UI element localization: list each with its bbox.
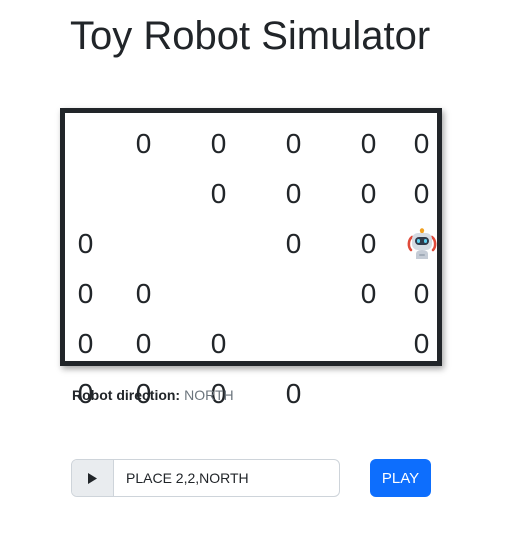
- command-input[interactable]: [114, 460, 339, 496]
- grid-cell: 0: [77, 228, 94, 259]
- grid-spacer: [331, 369, 406, 419]
- grid-spacer: [181, 219, 256, 269]
- grid-cell: 0: [210, 328, 227, 359]
- grid-cell: 0: [210, 128, 227, 159]
- grid-cell: 0: [413, 178, 430, 209]
- grid-cell: 0: [285, 178, 302, 209]
- robot-direction: Robot direction: NORTH: [72, 386, 234, 404]
- grid-spacer: [65, 119, 106, 169]
- grid-cell: 0: [413, 328, 430, 359]
- grid-spacer: [256, 319, 331, 369]
- grid-cell: 0: [360, 228, 377, 259]
- grid-cell: 0: [210, 178, 227, 209]
- grid-cell: 0: [360, 278, 377, 309]
- grid-cell: 0: [413, 128, 430, 159]
- grid-spacer: [106, 169, 181, 219]
- grid-cell: 0: [135, 328, 152, 359]
- grid-cell: 0: [360, 178, 377, 209]
- grid-spacer: [181, 269, 256, 319]
- grid-cell: 0: [285, 228, 302, 259]
- grid-spacer: [256, 269, 331, 319]
- grid-cell: 0: [285, 378, 302, 409]
- grid-cell: 0: [77, 278, 94, 309]
- command-input-group: [71, 459, 340, 497]
- direction-value: NORTH: [184, 387, 234, 403]
- grid-cell: 0: [77, 328, 94, 359]
- grid-cell: 0: [135, 278, 152, 309]
- play-icon: [72, 460, 114, 496]
- page-title: Toy Robot Simulator: [70, 14, 431, 58]
- robot-cell: [406, 219, 437, 269]
- grid-cell: 0: [360, 128, 377, 159]
- direction-label: Robot direction:: [72, 387, 181, 403]
- board-grid: 000000000000 000000000000: [65, 119, 437, 419]
- grid-cell: 0: [135, 128, 152, 159]
- grid-spacer: [106, 219, 181, 269]
- play-button[interactable]: PLAY: [370, 459, 431, 497]
- grid-spacer: [331, 319, 406, 369]
- grid-cell: 0: [285, 128, 302, 159]
- grid-cell: 0: [413, 278, 430, 309]
- board: 000000000000 000000000000: [60, 108, 442, 408]
- robot-icon: [407, 228, 437, 260]
- grid-spacer: [65, 169, 106, 219]
